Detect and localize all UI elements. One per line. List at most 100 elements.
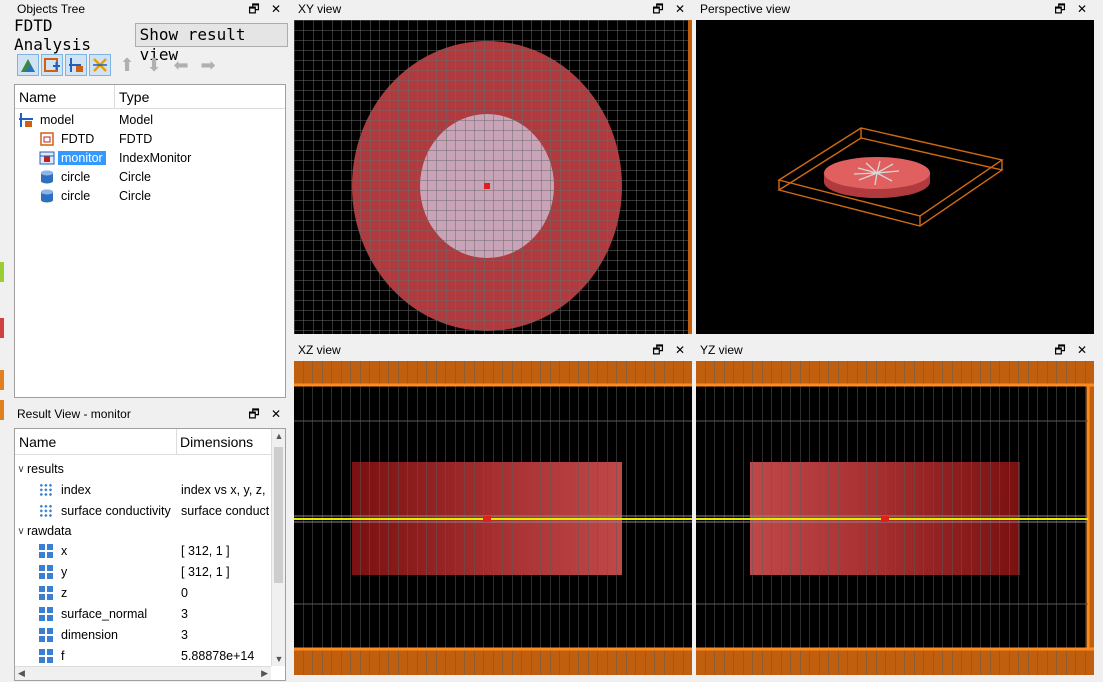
add-monitor-icon[interactable] [65, 54, 87, 76]
edge-tool-icon[interactable] [0, 318, 4, 338]
float-panel-icon[interactable]: 🗗 [1054, 342, 1066, 358]
dotted-grid-icon [39, 504, 53, 518]
scrollbar-thumb[interactable] [274, 447, 283, 583]
add-source-icon[interactable] [41, 54, 63, 76]
edge-tool-icon[interactable] [0, 370, 4, 390]
result-tree-table[interactable]: Name Dimensions ∨ results index index vs … [14, 428, 286, 681]
result-item-index[interactable]: index index vs x, y, z, [15, 480, 271, 500]
result-item-x[interactable]: x [ 312, 1 ] [15, 541, 271, 561]
grid-icon [39, 586, 53, 600]
result-item-value: surface conduct [181, 504, 270, 518]
dotted-grid-icon [39, 483, 53, 497]
xz-view-canvas[interactable] [294, 361, 692, 675]
tree-row-monitor[interactable]: monitor IndexMonitor [15, 148, 285, 167]
result-group-results[interactable]: ∨ results [15, 459, 271, 479]
cylinder-icon [39, 169, 55, 185]
tree-item-type: Model [119, 112, 154, 127]
scroll-down-icon[interactable]: ▼ [272, 654, 285, 664]
monitor-marker[interactable] [484, 183, 490, 189]
grid-icon [39, 628, 53, 642]
edge-tool-icon[interactable] [0, 400, 4, 420]
column-header-type[interactable]: Type [115, 85, 149, 108]
yz-scene [696, 361, 1094, 675]
yz-view-canvas[interactable] [696, 361, 1094, 675]
result-item-value: [ 312, 1 ] [181, 544, 230, 558]
close-panel-icon[interactable]: ✕ [1076, 342, 1088, 358]
result-item-label: surface conductivity [61, 504, 171, 518]
scroll-left-icon[interactable]: ◀ [18, 668, 25, 679]
column-header-name[interactable]: Name [15, 85, 115, 108]
yz-view-title: YZ view [700, 343, 743, 357]
pml-boundary [688, 20, 692, 334]
delete-object-icon[interactable] [89, 54, 111, 76]
result-item-surface-normal[interactable]: surface_normal 3 [15, 604, 271, 624]
disk-structure[interactable] [824, 157, 930, 198]
perspective-scene [696, 20, 1094, 334]
add-structure-icon[interactable] [17, 54, 39, 76]
tree-row-circle[interactable]: circle Circle [15, 186, 285, 205]
result-item-dimension[interactable]: dimension 3 [15, 625, 271, 645]
show-result-view-button[interactable]: Show result view [134, 23, 288, 64]
float-panel-icon[interactable]: 🗗 [652, 342, 664, 358]
result-view-title: Result View - monitor [13, 405, 288, 423]
move-left-icon[interactable]: ⬅ [170, 54, 192, 76]
monitor-marker[interactable] [483, 516, 491, 522]
result-view-panel: Result View - monitor 🗗 ✕ Name Dimension… [13, 405, 288, 682]
close-panel-icon[interactable]: ✕ [270, 1, 282, 17]
xy-scene [294, 20, 692, 334]
monitor-marker[interactable] [881, 516, 889, 522]
app-window: Objects Tree 🗗 ✕ FDTD Analysis Show resu… [0, 0, 1103, 682]
xy-view-panel: XY view 🗗 ✕ [294, 0, 692, 334]
result-item-value: 3 [181, 607, 188, 621]
tree-item-label: FDTD [61, 131, 95, 146]
column-header-dimensions[interactable]: Dimensions [177, 429, 253, 454]
edge-tool-icon[interactable] [0, 262, 4, 282]
result-item-value: 3 [181, 628, 188, 642]
move-up-icon[interactable]: ⬆ [116, 54, 138, 76]
vertical-scrollbar[interactable]: ▲ ▼ [271, 429, 285, 666]
objects-tree-table[interactable]: Name Type model Model FDTD FDTD monitor … [14, 84, 286, 398]
grid-icon [39, 649, 53, 663]
collapse-caret-icon[interactable]: ∨ [15, 526, 27, 537]
column-header-name[interactable]: Name [15, 429, 177, 454]
xy-view-canvas[interactable] [294, 20, 692, 334]
scroll-right-icon[interactable]: ▶ [261, 668, 268, 679]
horizontal-scrollbar[interactable]: ◀ ▶ [15, 666, 271, 680]
result-item-label: y [61, 565, 68, 579]
result-tree-header: Name Dimensions [15, 429, 271, 455]
tree-row-fdtd[interactable]: FDTD FDTD [15, 129, 285, 148]
tree-row-circle[interactable]: circle Circle [15, 167, 285, 186]
index-monitor-icon [39, 150, 55, 166]
tree-item-type: IndexMonitor [119, 150, 192, 165]
xz-view-panel: XZ view 🗗 ✕ [294, 341, 692, 675]
result-item-value: 5.88878e+14 [181, 649, 255, 663]
result-item-z[interactable]: z 0 [15, 583, 271, 603]
close-panel-icon[interactable]: ✕ [270, 406, 282, 422]
perspective-view-panel: Perspective view 🗗 ✕ [696, 0, 1094, 334]
yz-view-panel: YZ view 🗗 ✕ [696, 341, 1094, 675]
float-panel-icon[interactable]: 🗗 [652, 1, 664, 17]
result-item-surface-conductivity[interactable]: surface conductivity surface conduct [15, 501, 271, 521]
move-right-icon[interactable]: ➡ [197, 54, 219, 76]
perspective-view-title: Perspective view [700, 2, 791, 16]
result-item-f[interactable]: f 5.88878e+14 [15, 646, 271, 666]
close-panel-icon[interactable]: ✕ [674, 1, 686, 17]
result-item-y[interactable]: y [ 312, 1 ] [15, 562, 271, 582]
result-item-label: f [61, 649, 65, 663]
float-panel-icon[interactable]: 🗗 [248, 406, 260, 422]
tree-row-model[interactable]: model Model [15, 110, 285, 129]
grid-icon [39, 565, 53, 579]
fdtd-icon [39, 131, 55, 147]
perspective-view-canvas[interactable] [696, 20, 1094, 334]
scroll-up-icon[interactable]: ▲ [272, 431, 285, 441]
result-group-rawdata[interactable]: ∨ rawdata [15, 521, 271, 541]
collapse-caret-icon[interactable]: ∨ [15, 464, 27, 475]
tree-item-label: circle [61, 188, 91, 203]
float-panel-icon[interactable]: 🗗 [248, 1, 260, 17]
grid-icon [39, 544, 53, 558]
close-panel-icon[interactable]: ✕ [674, 342, 686, 358]
float-panel-icon[interactable]: 🗗 [1054, 1, 1066, 17]
move-down-icon[interactable]: ⬇ [143, 54, 165, 76]
tree-item-label: model [40, 112, 75, 127]
close-panel-icon[interactable]: ✕ [1076, 1, 1088, 17]
